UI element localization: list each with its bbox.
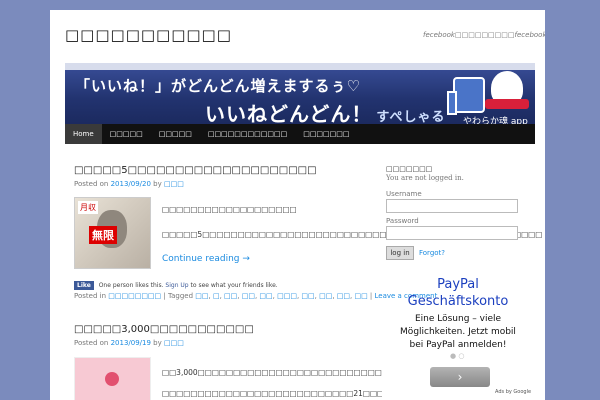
nav-item-3[interactable]: □□□□□	[151, 124, 200, 144]
password-input[interactable]	[386, 226, 518, 240]
image-label-main: 無限	[89, 226, 117, 244]
post-meta: Posted on 2013/09/20 by □□□	[74, 180, 184, 188]
fb-like-text-2: to see what your friends like.	[190, 282, 278, 289]
ad-next-button[interactable]: ›	[430, 367, 490, 387]
tag-link[interactable]: □□	[301, 292, 314, 300]
posted-in-label: Posted in	[74, 292, 107, 300]
ad-text: Eine Lösung – viele Möglichkeiten. Jetzt…	[400, 314, 516, 350]
tag-link[interactable]: □□	[195, 292, 208, 300]
page-container: □□□□□□□□□□□ fecebook□□□□□□□□□fecebook□□□…	[50, 10, 545, 400]
nav-item-home[interactable]: Home	[65, 124, 102, 144]
header-banner[interactable]: 「いいね！」がどんどん増えまするぅ♡ いいねどんどん！ すぺしゃる やわらか魂 a…	[65, 63, 535, 129]
tagged-label: Tagged	[167, 292, 194, 300]
post-author-link[interactable]: □□□	[164, 180, 184, 188]
tag-link[interactable]: □	[213, 292, 220, 300]
login-status: You are not logged in.	[386, 174, 464, 182]
banner-headline: 「いいね！」がどんどん増えまするぅ♡	[75, 77, 361, 95]
tag-link[interactable]: □□	[337, 292, 350, 300]
continue-reading-link[interactable]: Continue reading →	[162, 254, 250, 264]
ads-by-google[interactable]: Ads by Google	[495, 389, 531, 395]
ad-pager-dots[interactable]: ● ○	[450, 352, 464, 360]
ad-title-line2[interactable]: Geschäftskonto	[393, 293, 523, 310]
tag-link[interactable]: □□	[259, 292, 272, 300]
post-title[interactable]: □□□□□5□□□□□□□□□□□□□□□□□□□□	[74, 165, 317, 176]
post-date-link[interactable]: 2013/09/20	[111, 180, 151, 188]
nav-item-2[interactable]: □□□□□	[102, 124, 151, 144]
fb-like-button[interactable]: Like	[74, 281, 94, 290]
pot-icon	[485, 99, 529, 109]
post-excerpt-2a: □□3,000□□□□□□□□□□□□□□□□□□□□□□□□□□□□□	[162, 368, 382, 377]
by-label: by	[153, 339, 162, 347]
post-author-link[interactable]: □□□	[164, 339, 184, 347]
post-title-2[interactable]: □□□□□3,000□□□□□□□□□□□	[74, 324, 254, 335]
username-input[interactable]	[386, 199, 518, 213]
post-excerpt-2b: □□□□□□□□□□□□□□□□□□□□□□□□□□□21□□□3,000□□□	[162, 389, 382, 398]
tag-link[interactable]: □□□	[277, 292, 297, 300]
thumbs-up-icon	[447, 77, 485, 115]
image-label-top: 月収	[78, 201, 98, 214]
posted-on-label: Posted on	[74, 339, 109, 347]
nav-item-4[interactable]: □□□□□□□□□□□□	[200, 124, 295, 144]
post-thumbnail[interactable]: 月収 無限	[74, 197, 151, 269]
fb-like-text: One person likes this.	[98, 282, 164, 289]
nav-item-5[interactable]: □□□□□□□	[295, 124, 357, 144]
tag-link[interactable]: □□	[319, 292, 332, 300]
by-label: by	[153, 180, 162, 188]
tag-link[interactable]: □□	[242, 292, 255, 300]
post-meta-2: Posted on 2013/09/19 by □□□	[74, 339, 184, 347]
banner-title-suffix: すぺしゃる	[376, 110, 446, 125]
post-intro: □□□□□□□□□□□□□□□□□□□	[162, 205, 297, 214]
fb-signup-link[interactable]: Sign Up	[165, 282, 188, 289]
banner-top-strip	[65, 63, 535, 70]
ad-title-line1[interactable]: PayPal	[393, 276, 523, 293]
tag-link[interactable]: □□	[224, 292, 237, 300]
facebook-like-widget: Like One person likes this. Sign Up to s…	[74, 281, 278, 290]
cat-mascot-icon	[485, 71, 529, 109]
site-title[interactable]: □□□□□□□□□□□	[65, 26, 232, 44]
post-date-link[interactable]: 2013/09/19	[111, 339, 151, 347]
post-excerpt: □□□□□5□□□□□□□□□□□□□□□□□□□□□□□□□□□□□□□□□□…	[162, 230, 543, 239]
forgot-link[interactable]: Forgot?	[419, 249, 445, 257]
tag-link[interactable]: □□	[354, 292, 367, 300]
posted-on-label: Posted on	[74, 180, 109, 188]
main-nav: Home □□□□□ □□□□□ □□□□□□□□□□□□ □□□□□□□	[65, 124, 535, 144]
login-button[interactable]: log in	[386, 246, 414, 260]
banner-title: いいねどんどん！ すぺしゃる	[205, 98, 446, 127]
flower-icon	[105, 372, 119, 386]
site-description: fecebook□□□□□□□□□fecebook□□□□□□□□□□□□□□□…	[423, 31, 545, 39]
password-label: Password	[386, 217, 419, 225]
banner-title-main: いいねどんどん！	[205, 102, 373, 126]
post-footer-meta: Posted in □□□□□□□□ | Tagged □□, □, □□, □…	[74, 292, 438, 300]
username-label: Username	[386, 190, 422, 198]
category-link[interactable]: □□□□□□□□	[108, 292, 161, 300]
login-widget-title: □□□□□□□	[386, 165, 433, 173]
post-thumbnail-2[interactable]	[74, 357, 151, 400]
ad-title[interactable]: PayPal Geschäftskonto	[393, 276, 523, 310]
